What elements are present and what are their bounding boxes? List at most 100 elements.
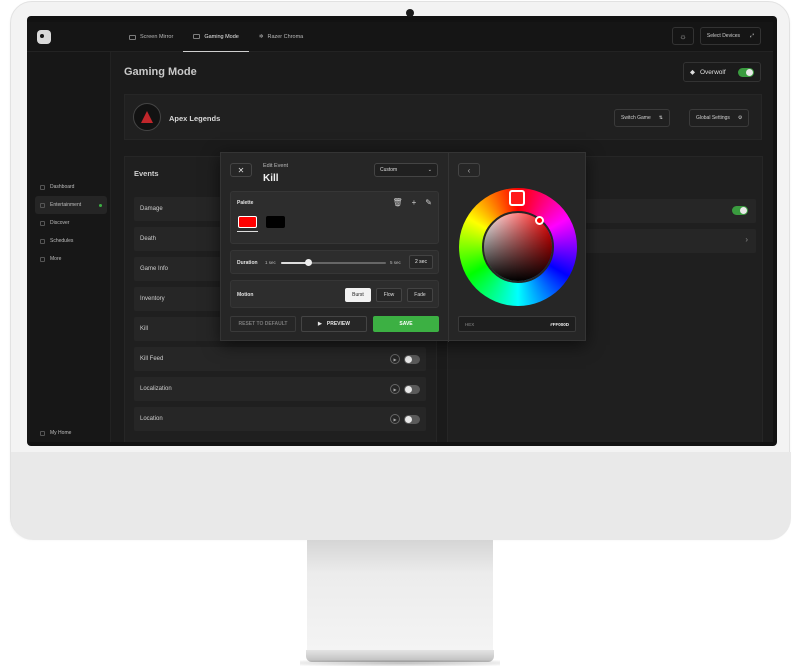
clock-icon: [40, 238, 45, 244]
gear-icon: ⚙: [737, 115, 743, 121]
modal-title: Kill: [263, 173, 279, 184]
swap-icon: ⇅: [658, 115, 663, 121]
slider-knob[interactable]: [305, 259, 312, 266]
events-title: Events: [134, 169, 159, 178]
reset-to-default-button[interactable]: RESET TO DEFAULT: [230, 316, 296, 332]
discover-icon: [40, 220, 45, 226]
event-label: Location: [140, 416, 163, 422]
hue-marker[interactable]: [509, 190, 525, 206]
event-toggle[interactable]: [404, 414, 420, 424]
hex-label: HEX: [465, 321, 475, 327]
sidebar-item-schedules[interactable]: Schedules: [35, 232, 107, 250]
close-icon: ✕: [237, 165, 245, 175]
play-icon[interactable]: ▶: [390, 354, 400, 364]
detail-nav-row[interactable]: ›: [573, 229, 756, 253]
swatch-black[interactable]: [266, 216, 285, 228]
swatch-red[interactable]: [238, 216, 257, 228]
tab-screen-mirror[interactable]: Screen Mirror: [119, 22, 183, 52]
pencil-icon[interactable]: ✎: [425, 198, 432, 207]
page-title: Gaming Mode: [124, 66, 197, 78]
duration-value[interactable]: 2 sec: [409, 255, 433, 269]
event-row-localization[interactable]: Localization ▶: [134, 377, 426, 401]
app-logo-icon[interactable]: [37, 30, 51, 44]
sidebar-item-entertainment[interactable]: Entertainment: [35, 196, 107, 214]
modal-subtitle: Edit Event: [263, 163, 289, 169]
palette-section: Palette 🗑 + ✎: [230, 191, 439, 244]
motion-fade-button[interactable]: Fade: [407, 288, 433, 302]
sidebar-nav: Dashboard Entertainment Discover Schedul…: [35, 178, 107, 268]
row-controls: ▶: [390, 414, 420, 424]
top-right-controls: ☼ Select Devices ⤢: [671, 27, 761, 45]
sun-icon: ☼: [679, 31, 687, 41]
switch-game-label: Switch Game: [621, 115, 651, 121]
apex-logo-icon: [133, 103, 161, 131]
home-icon: [40, 430, 45, 436]
sidebar-item-discover[interactable]: Discover: [35, 214, 107, 232]
preview-button[interactable]: ▶ PREVIEW: [301, 316, 367, 332]
top-bar: Screen Mirror Gaming Mode ✲ Razer Chroma…: [27, 22, 773, 52]
play-icon[interactable]: ▶: [390, 414, 400, 424]
game-name: Apex Legends: [169, 114, 221, 123]
tab-gaming-mode[interactable]: Gaming Mode: [183, 22, 249, 52]
sidebar-item-label: Discover: [50, 220, 70, 226]
duration-slider[interactable]: [281, 259, 386, 266]
overwolf-toggle[interactable]: [738, 67, 754, 77]
tv-icon: [40, 202, 45, 208]
motion-label: Motion: [237, 292, 254, 298]
switch-game-button[interactable]: Switch Game ⇅: [614, 109, 670, 127]
preset-select[interactable]: Custom ⌄: [374, 163, 438, 177]
chevron-left-icon: ‹: [467, 165, 471, 175]
brightness-button[interactable]: ☼: [671, 27, 694, 45]
event-toggle[interactable]: [404, 354, 420, 364]
monitor-stand: [307, 540, 493, 652]
plus-icon[interactable]: +: [412, 198, 417, 207]
overwolf-label: Overwolf: [700, 68, 726, 76]
tab-label: Screen Mirror: [140, 34, 174, 40]
color-wheel[interactable]: [459, 188, 577, 306]
duration-section: Duration 1 sec 5 sec 2 sec: [230, 250, 439, 274]
sidebar-item-label: Dashboard: [50, 184, 75, 190]
monitor-chin: [11, 452, 791, 540]
motion-section: Motion Burst Flow Fade: [230, 280, 439, 308]
tab-razer-chroma[interactable]: ✲ Razer Chroma: [249, 22, 313, 52]
chevron-right-icon: ›: [745, 235, 748, 244]
more-icon: [40, 256, 45, 262]
trash-icon[interactable]: 🗑: [392, 198, 402, 207]
active-dot-icon: [99, 203, 102, 207]
close-button[interactable]: ✕: [230, 163, 252, 177]
event-label: Game Info: [140, 266, 169, 272]
event-row-kill-feed[interactable]: Kill Feed ▶: [134, 347, 426, 371]
event-label: Damage: [140, 206, 163, 212]
global-settings-button[interactable]: Global Settings ⚙: [689, 109, 750, 127]
save-button[interactable]: SAVE: [373, 316, 439, 332]
motion-flow-button[interactable]: Flow: [376, 288, 402, 302]
detail-toggle[interactable]: [732, 206, 748, 215]
play-icon[interactable]: ▶: [390, 384, 400, 394]
preview-label: PREVIEW: [326, 321, 350, 327]
hex-field[interactable]: HEX #FF000D: [458, 316, 576, 332]
motion-burst-button[interactable]: Burst: [345, 288, 371, 302]
edit-event-modal: ✕ Edit Event Kill Custom ⌄ Palette 🗑 + ✎…: [220, 152, 587, 342]
save-label: SAVE: [399, 321, 413, 327]
sidebar-item-more[interactable]: More: [35, 250, 107, 268]
reset-label: RESET TO DEFAULT: [238, 321, 288, 327]
play-icon: ▶: [318, 321, 322, 327]
row-controls: ▶: [390, 384, 420, 394]
overwolf-icon: ◆: [690, 69, 695, 76]
global-settings-label: Global Settings: [696, 115, 730, 121]
color-picker: ‹ HEX #FF000D: [448, 153, 587, 342]
select-devices-button[interactable]: Select Devices ⤢: [699, 27, 761, 45]
hex-value[interactable]: #FF000D: [550, 322, 569, 327]
event-row-location[interactable]: Location ▶: [134, 407, 426, 431]
chevron-down-icon: ⌄: [427, 167, 432, 173]
tab-label: Gaming Mode: [204, 33, 239, 40]
color-marker[interactable]: [535, 216, 544, 225]
back-button[interactable]: ‹: [458, 163, 480, 177]
event-label: Death: [140, 236, 157, 242]
sidebar-item-label: More: [50, 256, 62, 262]
event-toggle[interactable]: [404, 384, 420, 394]
event-label: Localization: [140, 386, 172, 392]
gamepad-icon: [193, 34, 201, 39]
home-selector[interactable]: My Home: [40, 430, 71, 436]
sidebar-item-dashboard[interactable]: Dashboard: [35, 178, 107, 196]
